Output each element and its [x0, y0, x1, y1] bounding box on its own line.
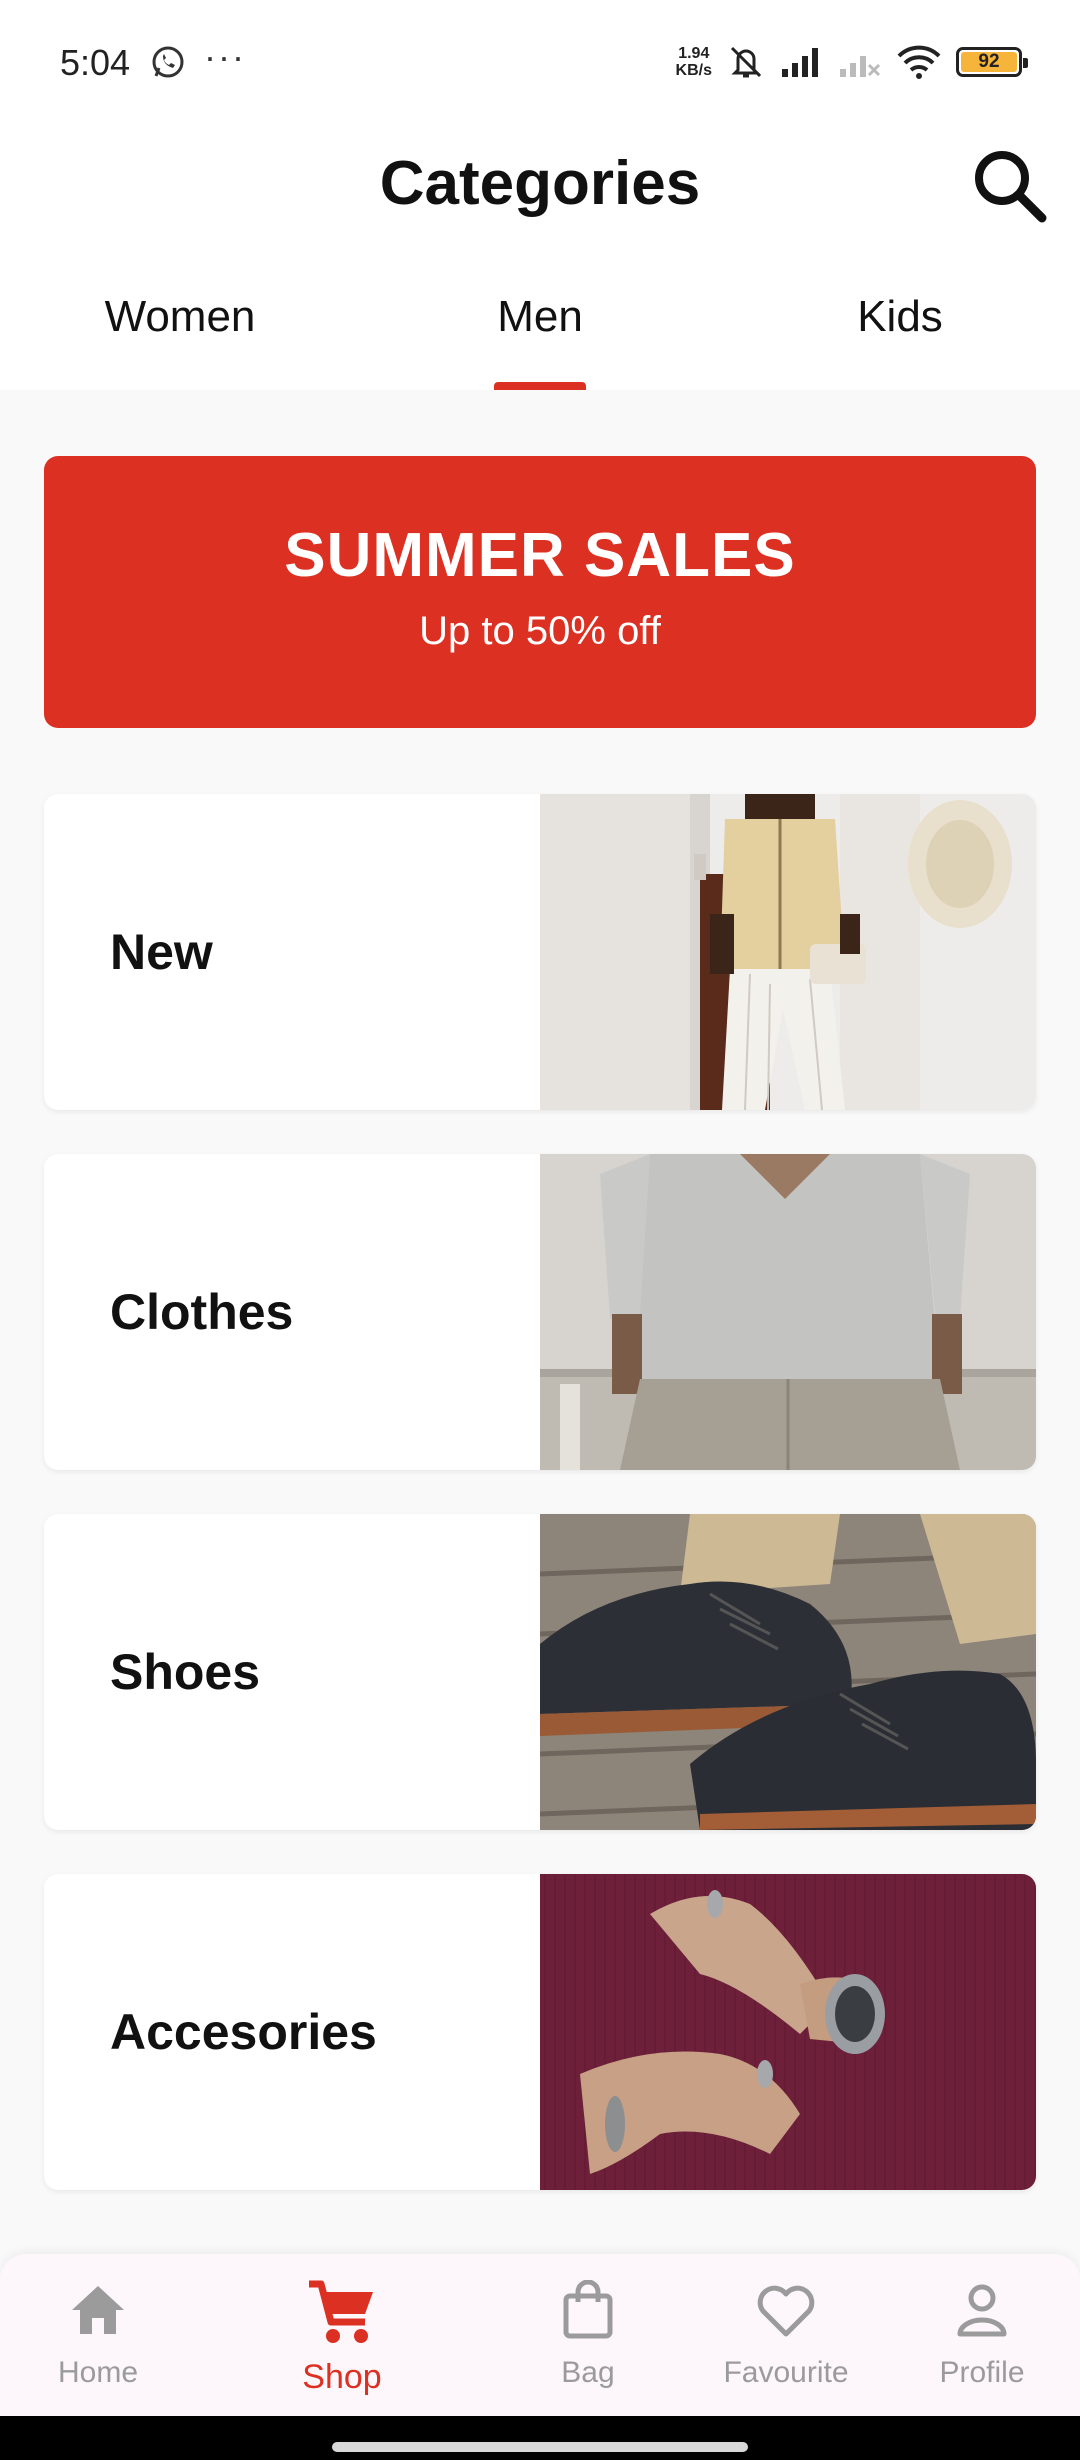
nav-label-profile: Profile	[939, 2356, 1025, 2389]
tab-label: Women	[104, 292, 256, 341]
active-tab-indicator	[494, 382, 586, 390]
category-image-accesories	[540, 1874, 1036, 2190]
bottom-navigation: Home Shop Bag Favourite Profile	[0, 2254, 1080, 2416]
category-label: Clothes	[110, 1284, 294, 1340]
tab-label: Kids	[857, 292, 943, 341]
category-card-clothes[interactable]: Clothes	[44, 1154, 1036, 1470]
category-card-accesories[interactable]: Accesories	[44, 1874, 1036, 2190]
tab-kids[interactable]: Kids	[750, 270, 1050, 390]
more-dots-icon: ···	[204, 36, 246, 77]
category-label: Shoes	[110, 1644, 261, 1700]
banner-title: SUMMER SALES	[284, 521, 796, 590]
battery-level: 92	[978, 51, 1000, 72]
signal-no-service-icon	[840, 56, 881, 77]
nav-shop[interactable]: Shop	[244, 2254, 440, 2416]
category-card-new[interactable]: New	[44, 794, 1036, 1110]
profile-icon	[957, 2284, 1007, 2337]
nav-label-bag: Bag	[561, 2356, 615, 2389]
net-speed: 1.94 KB/s	[676, 45, 712, 79]
app-header: Categories Women Men Kids	[0, 120, 1080, 390]
status-icons: 1.94 KB/s 92	[676, 40, 1028, 84]
wifi-icon	[897, 45, 941, 79]
battery-icon: 92	[956, 47, 1028, 77]
tab-men[interactable]: Men	[390, 270, 690, 390]
category-image-new	[540, 794, 1036, 1110]
home-icon	[72, 2286, 124, 2334]
bag-icon	[563, 2280, 613, 2339]
tab-label: Men	[497, 292, 583, 341]
mute-icon	[730, 46, 762, 78]
category-label: New	[110, 924, 213, 980]
banner-subtitle: Up to 50% off	[419, 609, 661, 653]
search-icon[interactable]	[966, 142, 1052, 228]
category-image-clothes	[540, 1154, 1036, 1470]
net-speed-unit: KB/s	[675, 62, 712, 79]
nav-profile[interactable]: Profile	[884, 2254, 1080, 2416]
heart-icon	[757, 2285, 815, 2337]
cart-icon	[309, 2280, 373, 2343]
page-title: Categories	[379, 149, 701, 218]
nav-bag[interactable]: Bag	[490, 2254, 686, 2416]
category-card-shoes[interactable]: Shoes	[44, 1514, 1036, 1830]
category-tabs: Women Men Kids	[0, 270, 1080, 390]
signal-icon	[782, 48, 818, 77]
whatsapp-icon	[152, 46, 184, 78]
home-gesture-handle[interactable]	[332, 2442, 748, 2452]
system-gesture-bar	[0, 2416, 1080, 2460]
nav-label-home: Home	[57, 2356, 139, 2389]
summer-sales-banner[interactable]: SUMMER SALES Up to 50% off	[44, 456, 1036, 728]
category-image-shoes	[540, 1514, 1036, 1830]
category-label: Accesories	[110, 2004, 377, 2060]
net-speed-value: 1.94	[678, 45, 710, 62]
nav-label-shop: Shop	[302, 2358, 382, 2396]
nav-home[interactable]: Home	[0, 2254, 196, 2416]
status-bar: 5:04 ··· 1.94 KB/s 92	[0, 0, 1080, 120]
status-time: 5:04	[60, 42, 131, 83]
tab-women[interactable]: Women	[30, 270, 330, 390]
nav-favourite[interactable]: Favourite	[688, 2254, 884, 2416]
nav-label-favourite: Favourite	[723, 2356, 849, 2389]
